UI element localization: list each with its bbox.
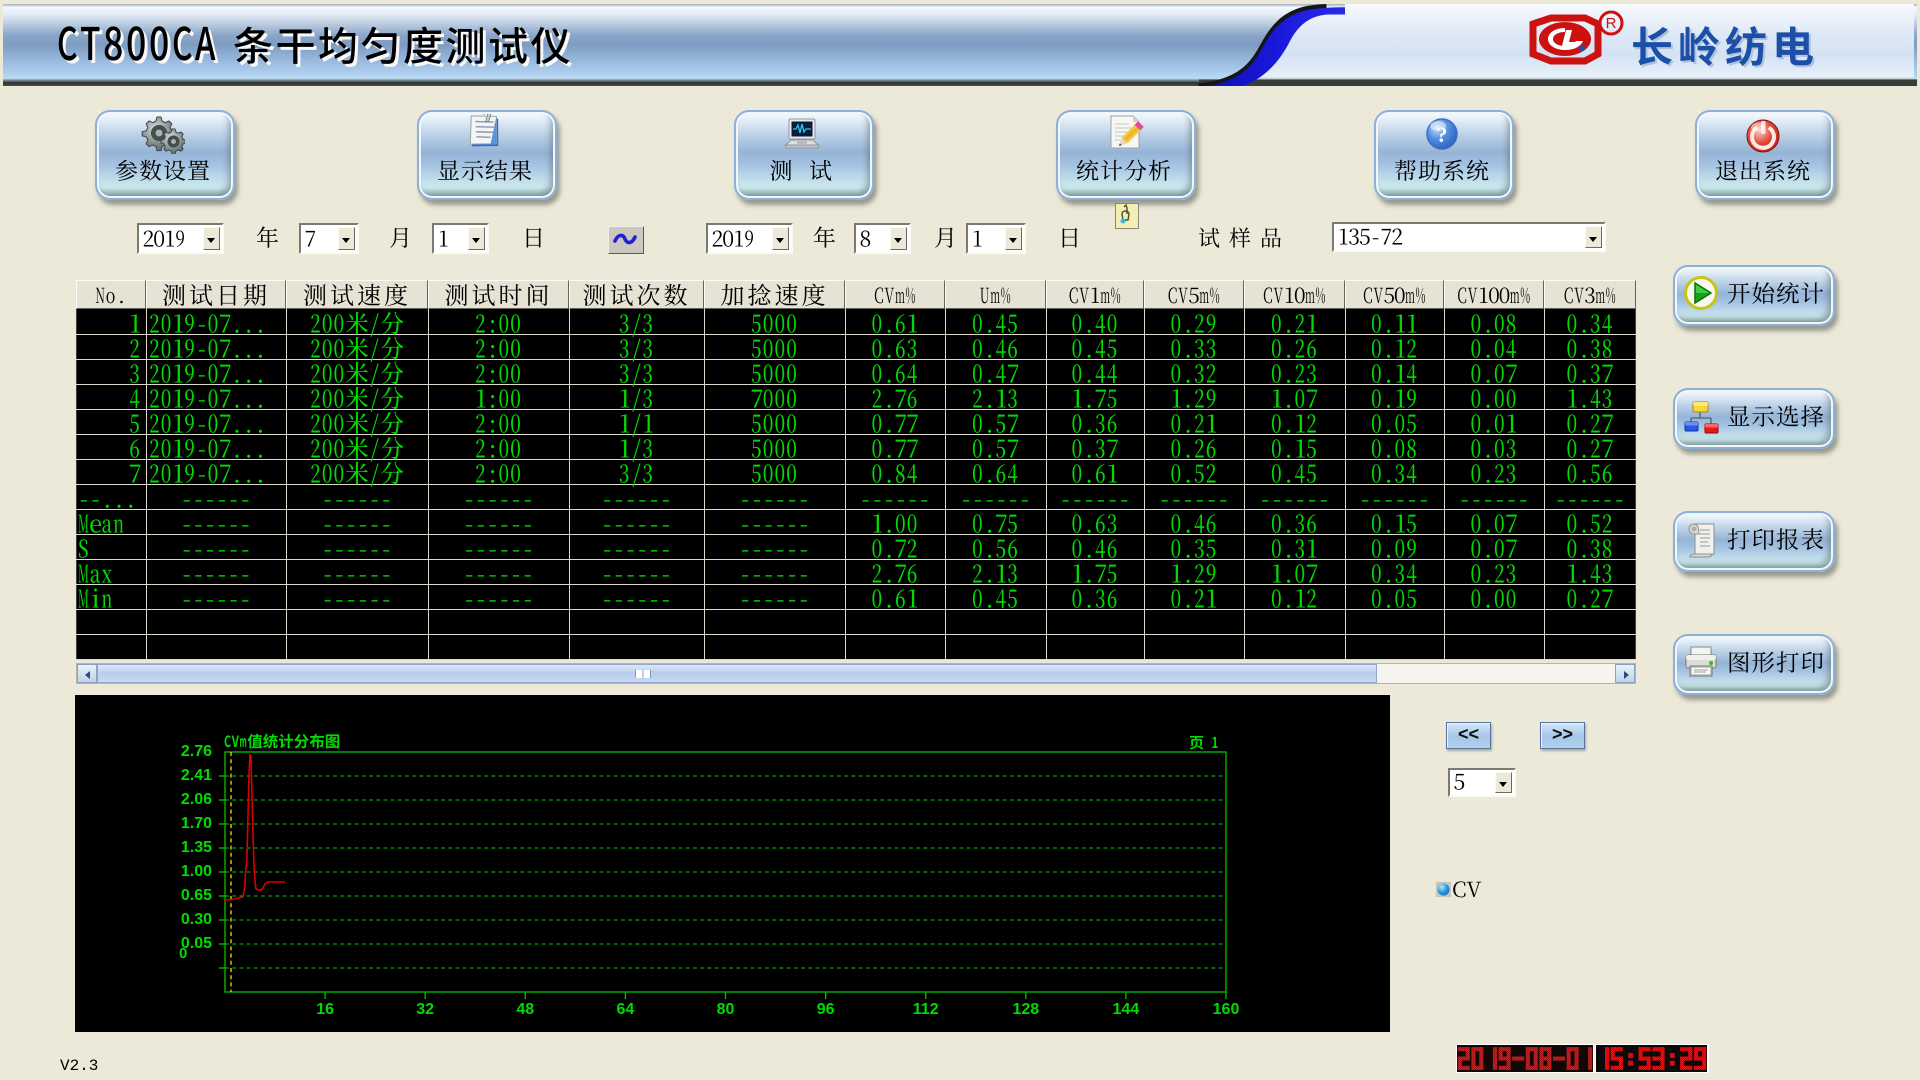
svg-text:?: ? [1437, 122, 1448, 147]
svg-text:R: R [1606, 15, 1617, 32]
